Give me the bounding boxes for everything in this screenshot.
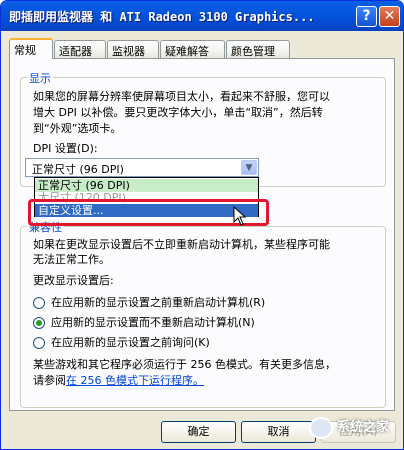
ok-button[interactable]: 确定: [161, 421, 236, 443]
display-description-line-2: 增大 DPI 以补偿。要只更改字体大小，单击“取消”，然后转: [33, 106, 323, 119]
dialog-window: 即插即用监视器 和 ATI Radeon 3100 Graphics... ? …: [0, 0, 404, 450]
radio-ask-before-apply[interactable]: [33, 337, 45, 349]
help-icon[interactable]: ?: [356, 6, 377, 27]
display-description-line-3: 到“外观”选项卡。: [33, 122, 122, 135]
after-change-label: 更改显示设置后:: [33, 274, 114, 287]
256-color-help-link[interactable]: 在 256 色模式下运行程序。: [66, 374, 204, 387]
note-prefix: 请参阅: [33, 374, 66, 387]
note-line-1: 某些游戏和其它程序必须运行于 256 色模式。有关更多信息，: [33, 358, 336, 371]
cancel-button[interactable]: 取消: [241, 421, 316, 443]
tab-color-management[interactable]: 颜色管理: [226, 40, 290, 58]
dpi-setting-select[interactable]: 正常尺寸 (96 DPI) ▼: [25, 158, 259, 177]
dpi-selected-value: 正常尺寸 (96 DPI): [32, 163, 124, 176]
mouse-pointer-icon: [233, 206, 247, 226]
compat-description-line-1: 如果在更改显示设置后不立即重新启动计算机，某些程序可能: [33, 238, 330, 251]
chevron-down-icon[interactable]: ▼: [241, 160, 257, 175]
watermark-logo-icon: [309, 417, 333, 439]
compat-description-line-2: 无法正常工作。: [33, 253, 110, 266]
tab-adapter[interactable]: 适配器: [54, 40, 106, 58]
tab-general[interactable]: 常规: [9, 38, 53, 59]
radio-apply-without-restart[interactable]: [33, 317, 45, 329]
radio-restart-before-apply[interactable]: [33, 297, 45, 309]
watermark-text: 系统之家: [337, 420, 390, 435]
radio-ask-before-apply-label[interactable]: 在应用新的显示设置之前询问(K): [51, 335, 210, 351]
watermark: 系统之家: [309, 411, 403, 445]
display-description-line-1: 如果您的屏幕分辨率使屏幕项目太小，看起来不舒服，您可以: [33, 90, 330, 103]
display-group-title: 显示: [27, 70, 53, 86]
tab-troubleshoot[interactable]: 疑难解答: [160, 40, 225, 58]
radio-apply-without-restart-label[interactable]: 应用新的显示设置而不重新启动计算机(N): [51, 315, 255, 331]
close-icon[interactable]: ✕: [379, 6, 400, 27]
radio-restart-before-apply-label[interactable]: 在应用新的显示设置之前重新启动计算机(R): [51, 295, 265, 311]
tab-monitor[interactable]: 监视器: [107, 40, 159, 58]
note-line-2: 请参阅在 256 色模式下运行程序。: [33, 373, 204, 389]
window-title: 即插即用监视器 和 ATI Radeon 3100 Graphics...: [9, 10, 315, 24]
title-bar[interactable]: 即插即用监视器 和 ATI Radeon 3100 Graphics... ? …: [1, 1, 403, 31]
dpi-setting-label: DPI 设置(D):: [33, 142, 98, 155]
